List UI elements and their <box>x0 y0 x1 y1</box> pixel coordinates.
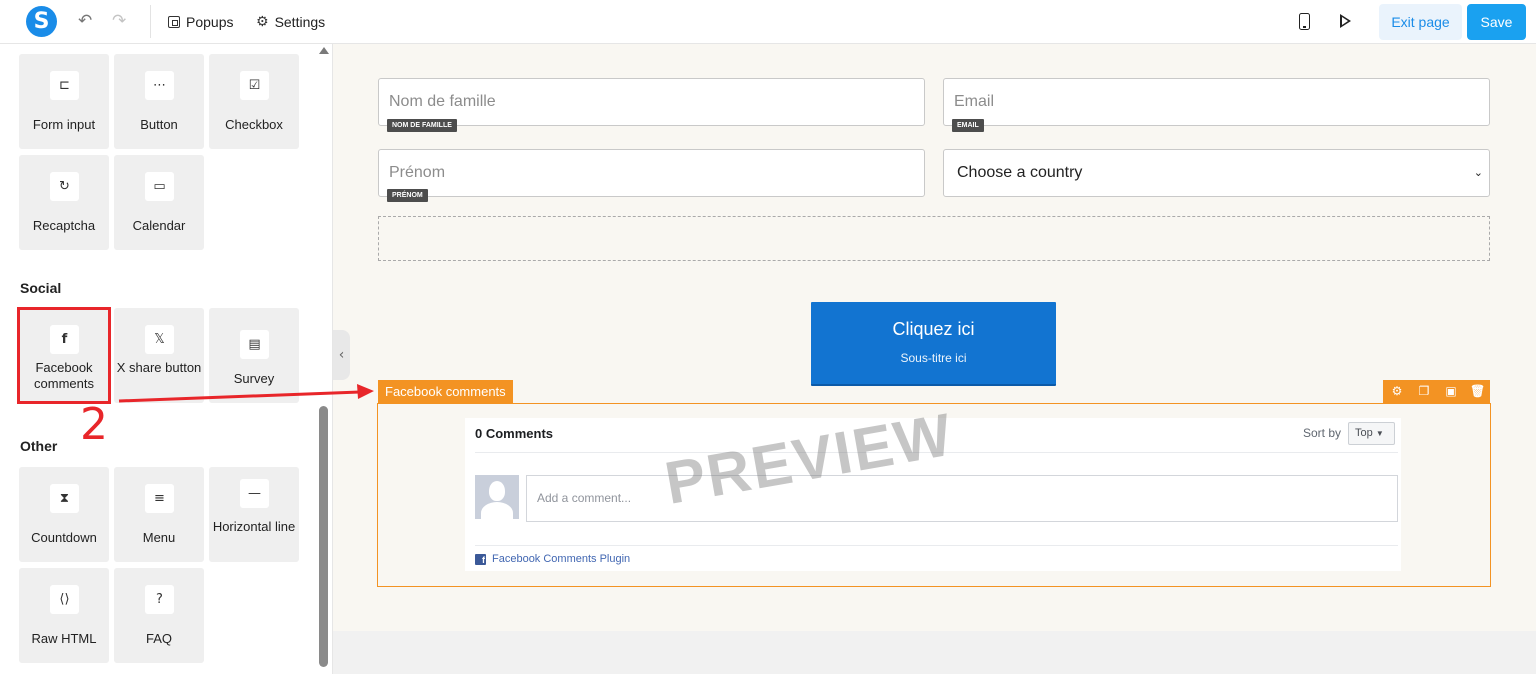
tile-label: Calendar <box>132 218 186 233</box>
sidebar-scrollbar[interactable] <box>319 406 328 667</box>
comment-count: 0 Comments <box>475 426 554 441</box>
tile-calendar[interactable]: ▭ Calendar <box>114 155 204 250</box>
scroll-up-arrow[interactable] <box>319 47 329 54</box>
email-tag: EMAIL <box>952 119 984 132</box>
tile-label: FAQ <box>145 631 172 646</box>
tile-button[interactable]: ⋯ Button <box>114 54 204 149</box>
toolbar-divider <box>150 5 151 38</box>
tile-menu[interactable]: ≡ Menu <box>114 467 204 562</box>
hourglass-icon: ⧗ <box>50 484 79 513</box>
calendar-icon: ▭ <box>145 172 174 201</box>
facebook-logo-icon: f <box>475 553 486 565</box>
canvas-footer-area <box>333 631 1536 674</box>
tile-label: Form input <box>32 117 96 132</box>
tile-label: Survey <box>233 371 275 386</box>
last-name-field[interactable]: Nom de famille <box>378 78 925 126</box>
gear-icon[interactable]: ⚙ <box>1390 384 1404 398</box>
section-title-social: Social <box>20 280 62 296</box>
question-icon: ? <box>145 585 174 614</box>
undo-icon[interactable]: ↶ <box>78 11 92 31</box>
tile-label: Recaptcha <box>32 218 96 233</box>
annotation-highlight-box <box>17 307 111 404</box>
empty-drop-zone[interactable] <box>378 216 1490 261</box>
tile-label: X share button <box>116 360 202 375</box>
last-name-tag: NOM DE FAMILLE <box>387 119 457 132</box>
country-select[interactable]: Choose a country ⌄ <box>943 149 1490 197</box>
first-name-field[interactable]: Prénom <box>378 149 925 197</box>
chevron-down-icon: ⌄ <box>1473 166 1483 179</box>
tile-label: Menu <box>142 530 176 545</box>
redo-icon[interactable]: ↷ <box>112 11 126 31</box>
country-select-value: Choose a country <box>957 164 1083 181</box>
tile-x-share-button[interactable]: 𝕏 X share button <box>114 308 204 403</box>
tile-label: Horizontal line <box>212 519 296 534</box>
tile-recaptcha[interactable]: ↻ Recaptcha <box>19 155 109 250</box>
annotation-number: 2 <box>80 399 108 450</box>
survey-icon: ▤ <box>240 330 269 359</box>
email-field[interactable]: Email <box>943 78 1490 126</box>
menu-icon: ≡ <box>145 484 174 513</box>
recaptcha-icon: ↻ <box>50 172 79 201</box>
tile-checkbox[interactable]: ☑ Checkbox <box>209 54 299 149</box>
facebook-plugin-link[interactable]: f Facebook Comments Plugin <box>475 553 630 565</box>
tile-faq[interactable]: ? FAQ <box>114 568 204 663</box>
selected-element-label[interactable]: Facebook comments <box>378 380 513 403</box>
caret-down-icon: ▼ <box>1375 429 1384 438</box>
sort-value: Top <box>1355 427 1373 439</box>
avatar <box>475 475 519 519</box>
duplicate-icon[interactable]: ❐ <box>1417 384 1431 398</box>
tile-horizontal-line[interactable]: — Horizontal line <box>209 467 299 562</box>
tile-label: Raw HTML <box>31 631 97 646</box>
exit-page-button[interactable]: Exit page <box>1379 4 1462 40</box>
tile-label: Button <box>140 117 178 132</box>
first-name-tag: PRÉNOM <box>387 189 428 202</box>
form-input-icon: ⊏ <box>50 71 79 100</box>
collapse-sidebar-button[interactable]: ‹ <box>333 330 350 380</box>
divider <box>475 545 1398 546</box>
sort-dropdown[interactable]: Top ▼ <box>1348 422 1395 445</box>
settings-label: Settings <box>274 14 326 30</box>
mobile-preview-icon[interactable] <box>1299 13 1310 30</box>
gear-icon: ⚙ <box>256 14 269 30</box>
x-icon: 𝕏 <box>145 325 174 354</box>
tile-countdown[interactable]: ⧗ Countdown <box>19 467 109 562</box>
sort-label: Sort by <box>1303 426 1342 440</box>
popups-label: Popups <box>186 14 234 30</box>
top-bar: S ↶ ↷ Popups ⚙ Settings Exit page Save <box>0 0 1536 44</box>
play-preview-icon[interactable] <box>1340 14 1351 28</box>
popups-icon <box>168 16 180 28</box>
section-title-other: Other <box>20 438 58 454</box>
tile-label: Countdown <box>31 530 97 545</box>
tile-raw-html[interactable]: ⟨⟩ Raw HTML <box>19 568 109 663</box>
tile-label: Checkbox <box>225 117 283 132</box>
popups-button[interactable]: Popups <box>168 0 233 44</box>
button-icon: ⋯ <box>145 71 174 100</box>
element-toolbar: ⚙ ❐ ▣ 🗑 <box>1383 380 1490 403</box>
cta-button[interactable]: Cliquez ici Sous-titre ici <box>811 302 1056 386</box>
tile-form-input[interactable]: ⊏ Form input <box>19 54 109 149</box>
save-block-icon[interactable]: ▣ <box>1444 384 1458 398</box>
horizontal-line-icon: — <box>240 479 269 508</box>
app-logo[interactable]: S <box>26 6 57 37</box>
settings-button[interactable]: ⚙ Settings <box>256 0 325 44</box>
checkbox-icon: ☑ <box>240 71 269 100</box>
comment-input[interactable]: Add a comment... <box>526 475 1398 522</box>
trash-icon[interactable]: 🗑 <box>1470 384 1485 398</box>
cta-subtitle: Sous-titre ici <box>900 351 967 365</box>
tile-survey[interactable]: ▤ Survey <box>209 308 299 403</box>
code-icon: ⟨⟩ <box>50 585 79 614</box>
save-button[interactable]: Save <box>1467 4 1526 40</box>
cta-title: Cliquez ici <box>892 319 975 339</box>
plugin-label: Facebook Comments Plugin <box>492 553 631 565</box>
